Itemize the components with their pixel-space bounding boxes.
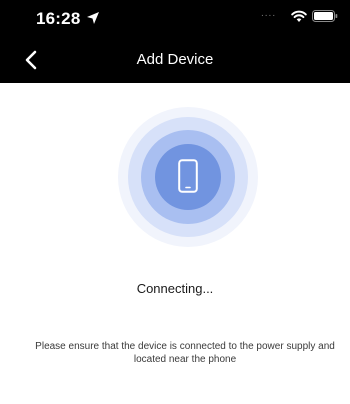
phone-icon bbox=[178, 159, 198, 193]
location-arrow-icon bbox=[87, 12, 99, 24]
battery-icon bbox=[312, 10, 338, 22]
top-bar: 16:28 .... Add Device bbox=[0, 0, 350, 83]
status-time: 16:28 bbox=[36, 9, 81, 28]
status-bar: 16:28 .... bbox=[0, 0, 350, 40]
nav-bar: Add Device bbox=[0, 40, 350, 83]
signal-dots: .... bbox=[261, 8, 277, 19]
connection-hint: Please ensure that the device is connect… bbox=[35, 341, 335, 365]
connection-status: Connecting... bbox=[136, 281, 214, 296]
add-device-screen: 16:28 .... Add Device Connecting... Plea… bbox=[0, 0, 350, 404]
page-title: Add Device bbox=[136, 51, 214, 68]
wifi-icon bbox=[291, 10, 307, 22]
connecting-animation bbox=[118, 107, 258, 247]
